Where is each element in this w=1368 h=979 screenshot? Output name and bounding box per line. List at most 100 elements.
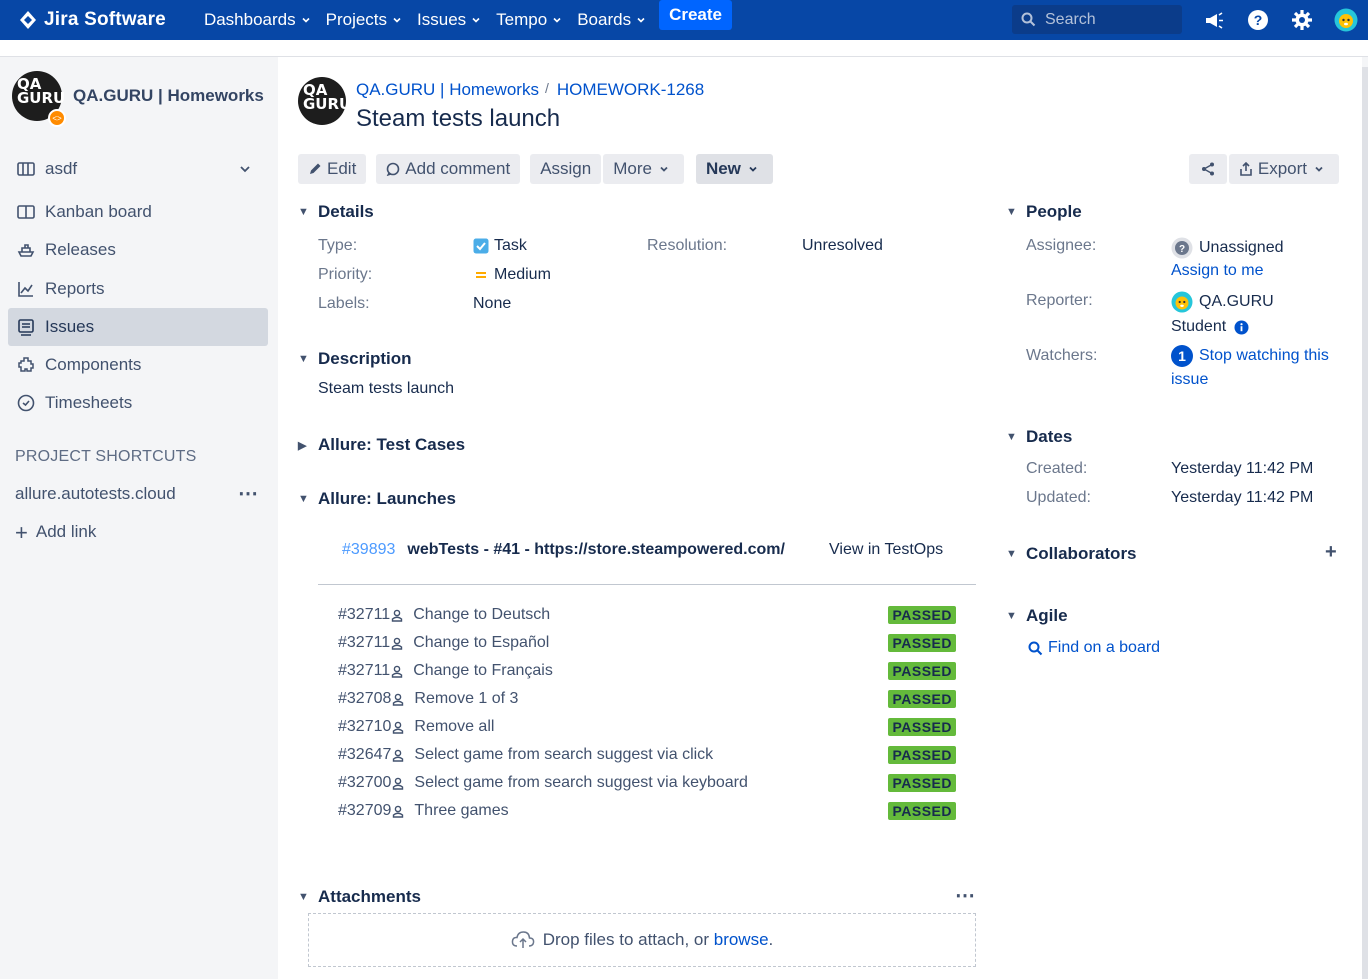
test-case-id[interactable]: #32709	[338, 802, 391, 820]
share-button[interactable]	[1188, 154, 1227, 184]
shortcut-link[interactable]: allure.autotests.cloud	[15, 484, 176, 504]
add-collaborator-icon[interactable]: +	[1325, 541, 1337, 564]
sidebar-item-label: Reports	[45, 279, 105, 298]
chevron-down-icon	[393, 17, 401, 23]
person-icon	[392, 609, 403, 622]
project-name: QA.GURU | Homeworks	[73, 86, 264, 105]
more-label: More	[613, 159, 652, 178]
add-comment-button[interactable]: Add comment	[376, 154, 521, 184]
scrollbar-thumb[interactable]	[1362, 67, 1368, 979]
browse-link[interactable]: browse	[714, 930, 769, 950]
sidebar-item-releases[interactable]: Releases	[8, 231, 268, 269]
menu-issues[interactable]: Issues	[409, 0, 488, 40]
ship-icon	[17, 244, 35, 257]
test-case-id[interactable]: #32710	[338, 718, 391, 736]
add-link-button[interactable]: + Add link	[15, 521, 96, 543]
test-case-id[interactable]: #32711	[338, 606, 390, 624]
test-case-id[interactable]: #32647	[338, 746, 391, 764]
agile-toggle[interactable]: ▼ Agile	[1006, 606, 1068, 626]
help-icon[interactable]: ?	[1246, 8, 1270, 32]
shortcuts-title: PROJECT SHORTCUTS	[15, 448, 197, 465]
page-title[interactable]: Steam tests launch	[356, 105, 560, 133]
attachment-dropzone[interactable]: Drop files to attach, or browse.	[308, 913, 976, 967]
status-button[interactable]: New	[695, 154, 773, 184]
attachments-more-icon[interactable]: ⋯	[955, 883, 976, 908]
assign-to-me-link[interactable]: Assign to me	[1171, 262, 1263, 280]
test-case-id[interactable]: #32700	[338, 774, 391, 792]
allure-test-cases-toggle[interactable]: ▶ Allure: Test Cases	[298, 435, 465, 455]
details-toggle[interactable]: ▼ Details	[298, 202, 374, 222]
menu-tempo[interactable]: Tempo	[488, 0, 569, 40]
project-header[interactable]: QA GURU <> QA.GURU | Homeworks	[12, 71, 264, 127]
menu-label: Boards	[577, 10, 632, 29]
allure-launches-toggle[interactable]: ▼ Allure: Launches	[298, 489, 456, 509]
chevron-down-icon	[1315, 166, 1323, 172]
attachments-toggle[interactable]: ▼ Attachments	[298, 887, 421, 907]
issue-toolbar: Edit Add comment Assign More New	[298, 154, 775, 184]
menu-boards[interactable]: Boards	[569, 0, 653, 40]
sidebar-item-issues[interactable]: Issues	[8, 308, 268, 346]
export-button[interactable]: Export	[1228, 154, 1339, 184]
project-avatar-text: QA GURU	[17, 75, 66, 107]
jira-logo-icon	[20, 11, 36, 29]
assign-button[interactable]: Assign	[530, 154, 602, 184]
stop-watching-link-line2[interactable]: issue	[1171, 371, 1208, 389]
launch-id-link[interactable]: #39893	[342, 541, 395, 559]
brand-name: Jira Software	[44, 9, 166, 30]
sidebar-item-components[interactable]: Components	[8, 346, 268, 384]
type-label: Type:	[318, 237, 358, 254]
settings-icon[interactable]	[1290, 8, 1314, 32]
comment-icon	[386, 162, 400, 176]
status-badge: PASSED	[888, 634, 956, 652]
status-badge: PASSED	[888, 662, 956, 680]
status-badge: PASSED	[888, 802, 956, 820]
created-label: Created:	[1026, 460, 1088, 477]
scrollbar[interactable]	[1362, 57, 1368, 979]
reporter-name-line2: Student	[1171, 318, 1227, 335]
priority-label: Priority:	[318, 266, 373, 283]
user-avatar[interactable]	[1334, 8, 1358, 32]
watchers-count-badge[interactable]: 1	[1171, 345, 1193, 367]
test-case-id[interactable]: #32711	[338, 662, 390, 680]
dates-toggle[interactable]: ▼ Dates	[1006, 427, 1072, 447]
megaphone-icon[interactable]	[1202, 8, 1226, 32]
reporter-avatar	[1171, 291, 1193, 313]
collaborators-toggle[interactable]: ▼ Collaborators	[1006, 544, 1137, 564]
collaborators-heading: Collaborators	[1026, 544, 1137, 563]
info-icon[interactable]	[1234, 320, 1249, 335]
sidebar-item-reports[interactable]: Reports	[8, 270, 268, 308]
search-input[interactable]: Search	[1012, 5, 1182, 34]
chevron-down-icon: ▼	[1006, 431, 1017, 443]
project-avatar[interactable]: QA GURU	[298, 77, 351, 125]
export-label: Export	[1257, 159, 1307, 178]
sidebar-item-timesheets[interactable]: Timesheets	[8, 384, 268, 422]
sidebar-item-kanban-board[interactable]: Kanban board	[8, 193, 268, 231]
description-toggle[interactable]: ▼ Description	[298, 349, 412, 369]
view-in-testops-link[interactable]: View in TestOps	[829, 541, 943, 559]
reporter-value[interactable]: QA.GURU	[1171, 291, 1274, 313]
edit-button[interactable]: Edit	[298, 154, 367, 184]
test-case-row: #32708 Remove 1 of 3 PASSED	[338, 689, 956, 709]
resolution-label: Resolution:	[647, 237, 728, 254]
edit-label: Edit	[327, 159, 357, 178]
find-on-board-label: Find on a board	[1048, 639, 1161, 656]
labels-label: Labels:	[318, 295, 370, 312]
code-badge-icon: <>	[48, 109, 66, 127]
more-button[interactable]: More	[603, 154, 684, 184]
breadcrumb-issue-key[interactable]: HOMEWORK-1268	[557, 80, 704, 100]
breadcrumb-project[interactable]: QA.GURU | Homeworks	[356, 80, 539, 100]
jira-logo[interactable]: Jira Software	[18, 9, 166, 31]
test-case-id[interactable]: #32708	[338, 690, 391, 708]
description-text[interactable]: Steam tests launch	[318, 380, 454, 398]
menu-projects[interactable]: Projects	[318, 0, 409, 40]
more-icon[interactable]: ⋯	[238, 481, 259, 506]
board-selector[interactable]: asdf	[8, 150, 268, 188]
stop-watching-link[interactable]: Stop watching this	[1199, 347, 1329, 365]
test-case-id[interactable]: #32711	[338, 634, 390, 652]
find-on-board-link[interactable]: Find on a board	[1028, 639, 1160, 657]
person-icon	[393, 805, 404, 818]
people-toggle[interactable]: ▼ People	[1006, 202, 1082, 222]
sidebar-item-label: Releases	[45, 240, 116, 259]
menu-dashboards[interactable]: Dashboards	[196, 0, 318, 40]
create-button[interactable]: Create	[659, 0, 732, 30]
